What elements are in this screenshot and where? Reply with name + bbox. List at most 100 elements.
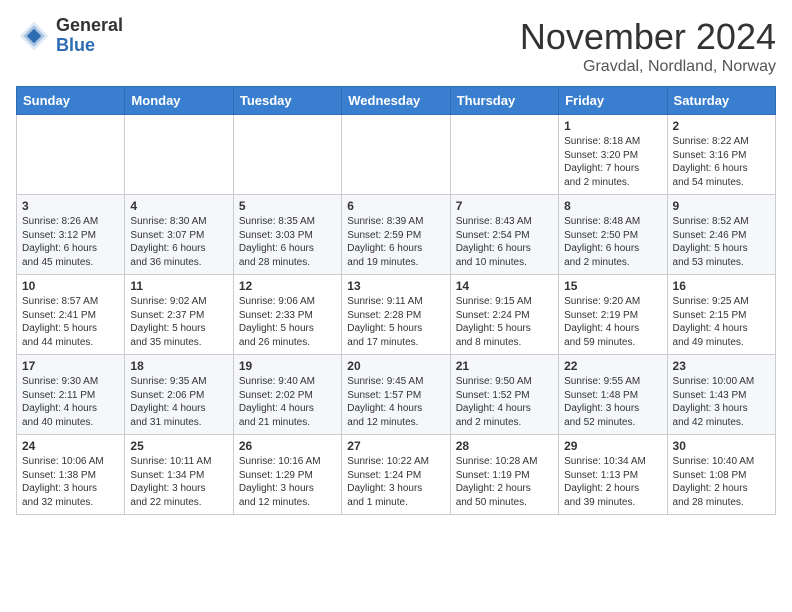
page-header: General Blue November 2024 Gravdal, Nord…: [16, 16, 776, 76]
calendar-cell: 3Sunrise: 8:26 AM Sunset: 3:12 PM Daylig…: [17, 195, 125, 275]
day-info: Sunrise: 10:06 AM Sunset: 1:38 PM Daylig…: [22, 455, 119, 509]
logo-text: General Blue: [56, 16, 123, 56]
calendar-cell: 28 Sunrise: 10:28 AM Sunset: 1:19 PM Dayl…: [450, 435, 558, 515]
calendar-cell: 13Sunrise: 9:11 AM Sunset: 2:28 PM Dayli…: [342, 275, 450, 355]
day-info: Sunrise: 8:43 AM Sunset: 2:54 PM Dayligh…: [456, 215, 553, 269]
day-info: Sunrise: 8:18 AM Sunset: 3:20 PM Dayligh…: [564, 135, 661, 189]
calendar-cell: 30Sunrise: 10:40 AM Sunset: 1:08 PM Dayl…: [667, 435, 775, 515]
day-number: 7: [456, 199, 553, 213]
day-info: Sunrise: 8:39 AM Sunset: 2:59 PM Dayligh…: [347, 215, 444, 269]
location: Gravdal, Nordland, Norway: [520, 58, 776, 76]
calendar-cell: 7 Sunrise: 8:43 AM Sunset: 2:54 PM Daylig…: [450, 195, 558, 275]
calendar-cell: 25Sunrise: 10:11 AM Sunset: 1:34 PM Dayl…: [125, 435, 233, 515]
day-number: 14: [456, 279, 553, 293]
day-number: 22: [564, 359, 661, 373]
logo-blue: Blue: [56, 36, 123, 56]
day-number: 18: [130, 359, 227, 373]
day-info: Sunrise: 9:25 AM Sunset: 2:15 PM Dayligh…: [673, 295, 770, 349]
calendar-week-row: 3Sunrise: 8:26 AM Sunset: 3:12 PM Daylig…: [17, 195, 776, 275]
day-info: Sunrise: 10:16 AM Sunset: 1:29 PM Daylig…: [239, 455, 336, 509]
calendar-cell: [342, 115, 450, 195]
month-title: November 2024: [520, 16, 776, 58]
day-info: Sunrise: 9:40 AM Sunset: 2:02 PM Dayligh…: [239, 375, 336, 429]
day-info: Sunrise: 10:22 AM Sunset: 1:24 PM Daylig…: [347, 455, 444, 509]
col-wednesday: Wednesday: [342, 87, 450, 115]
calendar-cell: 11 Sunrise: 9:02 AM Sunset: 2:37 PM Dayli…: [125, 275, 233, 355]
calendar-cell: 15 Sunrise: 9:20 AM Sunset: 2:19 PM Dayli…: [559, 275, 667, 355]
calendar-cell: 14 Sunrise: 9:15 AM Sunset: 2:24 PM Dayli…: [450, 275, 558, 355]
day-info: Sunrise: 8:26 AM Sunset: 3:12 PM Dayligh…: [22, 215, 119, 269]
calendar-cell: [125, 115, 233, 195]
day-number: 11: [130, 279, 227, 293]
day-info: Sunrise: 8:48 AM Sunset: 2:50 PM Dayligh…: [564, 215, 661, 269]
day-number: 28: [456, 439, 553, 453]
day-number: 4: [130, 199, 227, 213]
day-info: Sunrise: 9:30 AM Sunset: 2:11 PM Dayligh…: [22, 375, 119, 429]
calendar-cell: 27 Sunrise: 10:22 AM Sunset: 1:24 PM Dayl…: [342, 435, 450, 515]
day-number: 27: [347, 439, 444, 453]
day-number: 9: [673, 199, 770, 213]
calendar-cell: 23Sunrise: 10:00 AM Sunset: 1:43 PM Dayl…: [667, 355, 775, 435]
calendar-cell: 24 Sunrise: 10:06 AM Sunset: 1:38 PM Dayl…: [17, 435, 125, 515]
day-number: 1: [564, 119, 661, 133]
calendar-week-row: 1 Sunrise: 8:18 AM Sunset: 3:20 PM Daylig…: [17, 115, 776, 195]
day-number: 6: [347, 199, 444, 213]
day-info: Sunrise: 9:35 AM Sunset: 2:06 PM Dayligh…: [130, 375, 227, 429]
day-info: Sunrise: 10:34 AM Sunset: 1:13 PM Daylig…: [564, 455, 661, 509]
calendar-cell: 21 Sunrise: 9:50 AM Sunset: 1:52 PM Dayli…: [450, 355, 558, 435]
day-number: 17: [22, 359, 119, 373]
day-number: 5: [239, 199, 336, 213]
calendar-cell: 1 Sunrise: 8:18 AM Sunset: 3:20 PM Daylig…: [559, 115, 667, 195]
day-number: 10: [22, 279, 119, 293]
day-number: 8: [564, 199, 661, 213]
day-number: 21: [456, 359, 553, 373]
day-info: Sunrise: 9:45 AM Sunset: 1:57 PM Dayligh…: [347, 375, 444, 429]
day-info: Sunrise: 9:50 AM Sunset: 1:52 PM Dayligh…: [456, 375, 553, 429]
calendar-cell: 20 Sunrise: 9:45 AM Sunset: 1:57 PM Dayli…: [342, 355, 450, 435]
calendar-header-row: Sunday Monday Tuesday Wednesday Thursday…: [17, 87, 776, 115]
calendar-cell: 10 Sunrise: 8:57 AM Sunset: 2:41 PM Dayli…: [17, 275, 125, 355]
col-friday: Friday: [559, 87, 667, 115]
day-info: Sunrise: 10:28 AM Sunset: 1:19 PM Daylig…: [456, 455, 553, 509]
logo-icon: [16, 18, 52, 54]
calendar-cell: 2 Sunrise: 8:22 AM Sunset: 3:16 PM Daylig…: [667, 115, 775, 195]
calendar-cell: 29 Sunrise: 10:34 AM Sunset: 1:13 PM Dayl…: [559, 435, 667, 515]
day-info: Sunrise: 9:02 AM Sunset: 2:37 PM Dayligh…: [130, 295, 227, 349]
calendar-cell: 4 Sunrise: 8:30 AM Sunset: 3:07 PM Daylig…: [125, 195, 233, 275]
calendar-cell: [450, 115, 558, 195]
day-number: 29: [564, 439, 661, 453]
calendar-cell: 8 Sunrise: 8:48 AM Sunset: 2:50 PM Daylig…: [559, 195, 667, 275]
day-info: Sunrise: 10:40 AM Sunset: 1:08 PM Daylig…: [673, 455, 770, 509]
day-number: 15: [564, 279, 661, 293]
calendar-cell: 18 Sunrise: 9:35 AM Sunset: 2:06 PM Dayli…: [125, 355, 233, 435]
day-number: 20: [347, 359, 444, 373]
day-number: 12: [239, 279, 336, 293]
calendar-cell: 6 Sunrise: 8:39 AM Sunset: 2:59 PM Daylig…: [342, 195, 450, 275]
calendar-week-row: 10 Sunrise: 8:57 AM Sunset: 2:41 PM Dayli…: [17, 275, 776, 355]
calendar-table: Sunday Monday Tuesday Wednesday Thursday…: [16, 86, 776, 515]
calendar-cell: 22 Sunrise: 9:55 AM Sunset: 1:48 PM Dayli…: [559, 355, 667, 435]
day-info: Sunrise: 9:20 AM Sunset: 2:19 PM Dayligh…: [564, 295, 661, 349]
day-number: 2: [673, 119, 770, 133]
day-number: 16: [673, 279, 770, 293]
col-sunday: Sunday: [17, 87, 125, 115]
day-number: 24: [22, 439, 119, 453]
calendar-week-row: 24 Sunrise: 10:06 AM Sunset: 1:38 PM Dayl…: [17, 435, 776, 515]
logo: General Blue: [16, 16, 123, 56]
day-info: Sunrise: 8:22 AM Sunset: 3:16 PM Dayligh…: [673, 135, 770, 189]
calendar-cell: 17 Sunrise: 9:30 AM Sunset: 2:11 PM Dayli…: [17, 355, 125, 435]
day-info: Sunrise: 9:15 AM Sunset: 2:24 PM Dayligh…: [456, 295, 553, 349]
day-info: Sunrise: 9:55 AM Sunset: 1:48 PM Dayligh…: [564, 375, 661, 429]
day-number: 25: [130, 439, 227, 453]
day-info: Sunrise: 10:00 AM Sunset: 1:43 PM Daylig…: [673, 375, 770, 429]
day-number: 19: [239, 359, 336, 373]
day-info: Sunrise: 8:57 AM Sunset: 2:41 PM Dayligh…: [22, 295, 119, 349]
calendar-cell: 19 Sunrise: 9:40 AM Sunset: 2:02 PM Dayli…: [233, 355, 341, 435]
calendar-body: 1 Sunrise: 8:18 AM Sunset: 3:20 PM Daylig…: [17, 115, 776, 515]
col-thursday: Thursday: [450, 87, 558, 115]
day-info: Sunrise: 8:30 AM Sunset: 3:07 PM Dayligh…: [130, 215, 227, 269]
col-saturday: Saturday: [667, 87, 775, 115]
col-tuesday: Tuesday: [233, 87, 341, 115]
day-number: 13: [347, 279, 444, 293]
day-number: 26: [239, 439, 336, 453]
